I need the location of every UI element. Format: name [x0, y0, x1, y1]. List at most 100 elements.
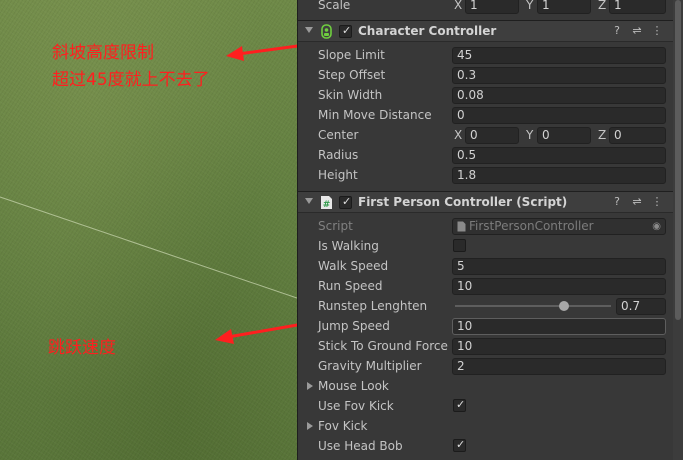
script-file-icon: [457, 221, 466, 232]
script-label: Script: [318, 219, 353, 233]
transform-scale-row: Scale X 1 Y 1 Z 1: [298, 0, 674, 15]
foldout-arrow-icon[interactable]: [307, 382, 313, 390]
use-fov-kick-checkbox[interactable]: ✓: [453, 398, 466, 412]
inspector-scrollbar[interactable]: [673, 0, 683, 460]
run-speed-row: Run Speed 10: [298, 276, 674, 296]
stick-to-ground-force-row: Stick To Ground Force 10: [298, 336, 674, 356]
radius-field[interactable]: 0.5: [452, 147, 666, 164]
scale-z-label: Z: [598, 0, 607, 12]
center-y-field[interactable]: 0: [537, 127, 591, 144]
runstep-slider-thumb[interactable]: [559, 301, 570, 311]
slope-limit-field[interactable]: 45: [452, 47, 666, 64]
jump-speed-row: Jump Speed 10: [298, 316, 674, 336]
center-y-label: Y: [526, 128, 534, 142]
fov-kick-label[interactable]: Fov Kick: [318, 416, 367, 436]
min-move-distance-label: Min Move Distance: [318, 108, 432, 122]
skin-width-label: Skin Width: [318, 88, 383, 102]
run-speed-label: Run Speed: [318, 279, 383, 293]
script-name: FirstPersonController: [469, 219, 594, 233]
radius-label: Radius: [318, 148, 359, 162]
height-row: Height 1.8: [298, 165, 674, 185]
is-walking-row: Is Walking: [298, 236, 674, 256]
min-move-distance-row: Min Move Distance 0: [298, 105, 674, 125]
character-controller-title: Character Controller: [358, 24, 497, 38]
center-z-field[interactable]: 0: [609, 127, 666, 144]
walk-speed-label: Walk Speed: [318, 259, 389, 273]
runstep-slider-track[interactable]: [455, 305, 611, 307]
radius-row: Radius 0.5: [298, 145, 674, 165]
mouse-look-foldout[interactable]: Mouse Look: [298, 376, 674, 396]
min-move-distance-field[interactable]: 0: [452, 107, 666, 124]
is-walking-label: Is Walking: [318, 239, 379, 253]
scale-y-label: Y: [526, 0, 534, 12]
mouse-look-label[interactable]: Mouse Look: [318, 376, 389, 396]
svg-text:#: #: [323, 200, 331, 210]
skin-width-field[interactable]: 0.08: [452, 87, 666, 104]
first-person-controller-title: First Person Controller (Script): [358, 195, 568, 209]
foldout-arrow-icon[interactable]: [307, 422, 313, 430]
step-offset-row: Step Offset 0.3: [298, 65, 674, 85]
height-label: Height: [318, 168, 358, 182]
help-icon[interactable]: ?: [611, 25, 623, 37]
center-z-label: Z: [598, 128, 607, 142]
gravity-multiplier-label: Gravity Multiplier: [318, 359, 422, 373]
kebab-menu-icon[interactable]: ⋮: [651, 196, 663, 208]
inspector-panel: Scale X 1 Y 1 Z 1 ✓ Character Controller…: [297, 0, 683, 460]
use-head-bob-label: Use Head Bob: [318, 439, 403, 453]
checkmark-icon: ✓: [342, 195, 352, 208]
arrow-to-slope-limit: [226, 43, 306, 61]
use-fov-kick-label: Use Fov Kick: [318, 399, 394, 413]
collapse-arrow-icon[interactable]: [305, 198, 313, 204]
collapse-arrow-icon[interactable]: [305, 27, 313, 33]
scrollbar-thumb[interactable]: [675, 0, 681, 320]
script-hash-icon: #: [321, 196, 332, 210]
preset-icon[interactable]: ⇌: [631, 25, 643, 37]
script-object-field[interactable]: FirstPersonController ◉: [452, 218, 666, 235]
checkmark-icon: ✓: [456, 438, 466, 451]
gravity-multiplier-field[interactable]: 2: [452, 358, 666, 375]
center-label: Center: [318, 128, 359, 142]
scale-x-label: X: [454, 0, 463, 12]
kebab-menu-icon[interactable]: ⋮: [651, 25, 663, 37]
step-offset-field[interactable]: 0.3: [452, 67, 666, 84]
preset-icon[interactable]: ⇌: [631, 196, 643, 208]
help-icon[interactable]: ?: [611, 196, 623, 208]
center-row: Center X 0 Y 0 Z 0: [298, 125, 674, 145]
use-fov-kick-row: Use Fov Kick ✓: [298, 396, 674, 416]
object-picker-icon[interactable]: ◉: [652, 219, 661, 234]
stick-to-ground-force-label: Stick To Ground Force: [318, 339, 448, 353]
center-x-field[interactable]: 0: [465, 127, 519, 144]
walk-speed-row: Walk Speed 5: [298, 256, 674, 276]
checkmark-icon: ✓: [456, 398, 466, 411]
character-controller-enabled-checkbox[interactable]: ✓: [339, 24, 352, 38]
runstep-lenghten-label: Runstep Lenghten: [318, 299, 428, 313]
walk-speed-field[interactable]: 5: [452, 258, 666, 275]
runstep-lenghten-field[interactable]: 0.7: [616, 298, 666, 315]
checkmark-icon: ✓: [342, 24, 352, 37]
use-head-bob-checkbox[interactable]: ✓: [453, 438, 466, 452]
jump-speed-label: Jump Speed: [318, 319, 390, 333]
scale-y-field[interactable]: 1: [537, 0, 591, 14]
scale-z-field[interactable]: 1: [609, 0, 666, 14]
scale-label: Scale: [318, 0, 351, 12]
scale-x-field[interactable]: 1: [465, 0, 519, 14]
skin-width-row: Skin Width 0.08: [298, 85, 674, 105]
height-field[interactable]: 1.8: [452, 167, 666, 184]
runstep-lenghten-row: Runstep Lenghten 0.7: [298, 296, 674, 316]
fov-kick-foldout[interactable]: Fov Kick: [298, 416, 674, 436]
jump-speed-field[interactable]: 10: [452, 318, 666, 335]
character-controller-header[interactable]: ✓ Character Controller ? ⇌ ⋮: [298, 20, 674, 42]
gravity-multiplier-row: Gravity Multiplier 2: [298, 356, 674, 376]
character-controller-icon: [321, 24, 332, 39]
run-speed-field[interactable]: 10: [452, 278, 666, 295]
first-person-controller-header[interactable]: # ✓ First Person Controller (Script) ? ⇌…: [298, 191, 674, 213]
use-head-bob-row: Use Head Bob ✓: [298, 436, 674, 456]
slope-limit-row: Slope Limit 45: [298, 45, 674, 65]
step-offset-label: Step Offset: [318, 68, 386, 82]
first-person-controller-enabled-checkbox[interactable]: ✓: [339, 195, 352, 209]
is-walking-checkbox[interactable]: [453, 239, 466, 252]
script-row: Script FirstPersonController ◉: [298, 216, 674, 236]
center-x-label: X: [454, 128, 463, 142]
stick-to-ground-force-field[interactable]: 10: [452, 338, 666, 355]
slope-limit-label: Slope Limit: [318, 48, 385, 62]
